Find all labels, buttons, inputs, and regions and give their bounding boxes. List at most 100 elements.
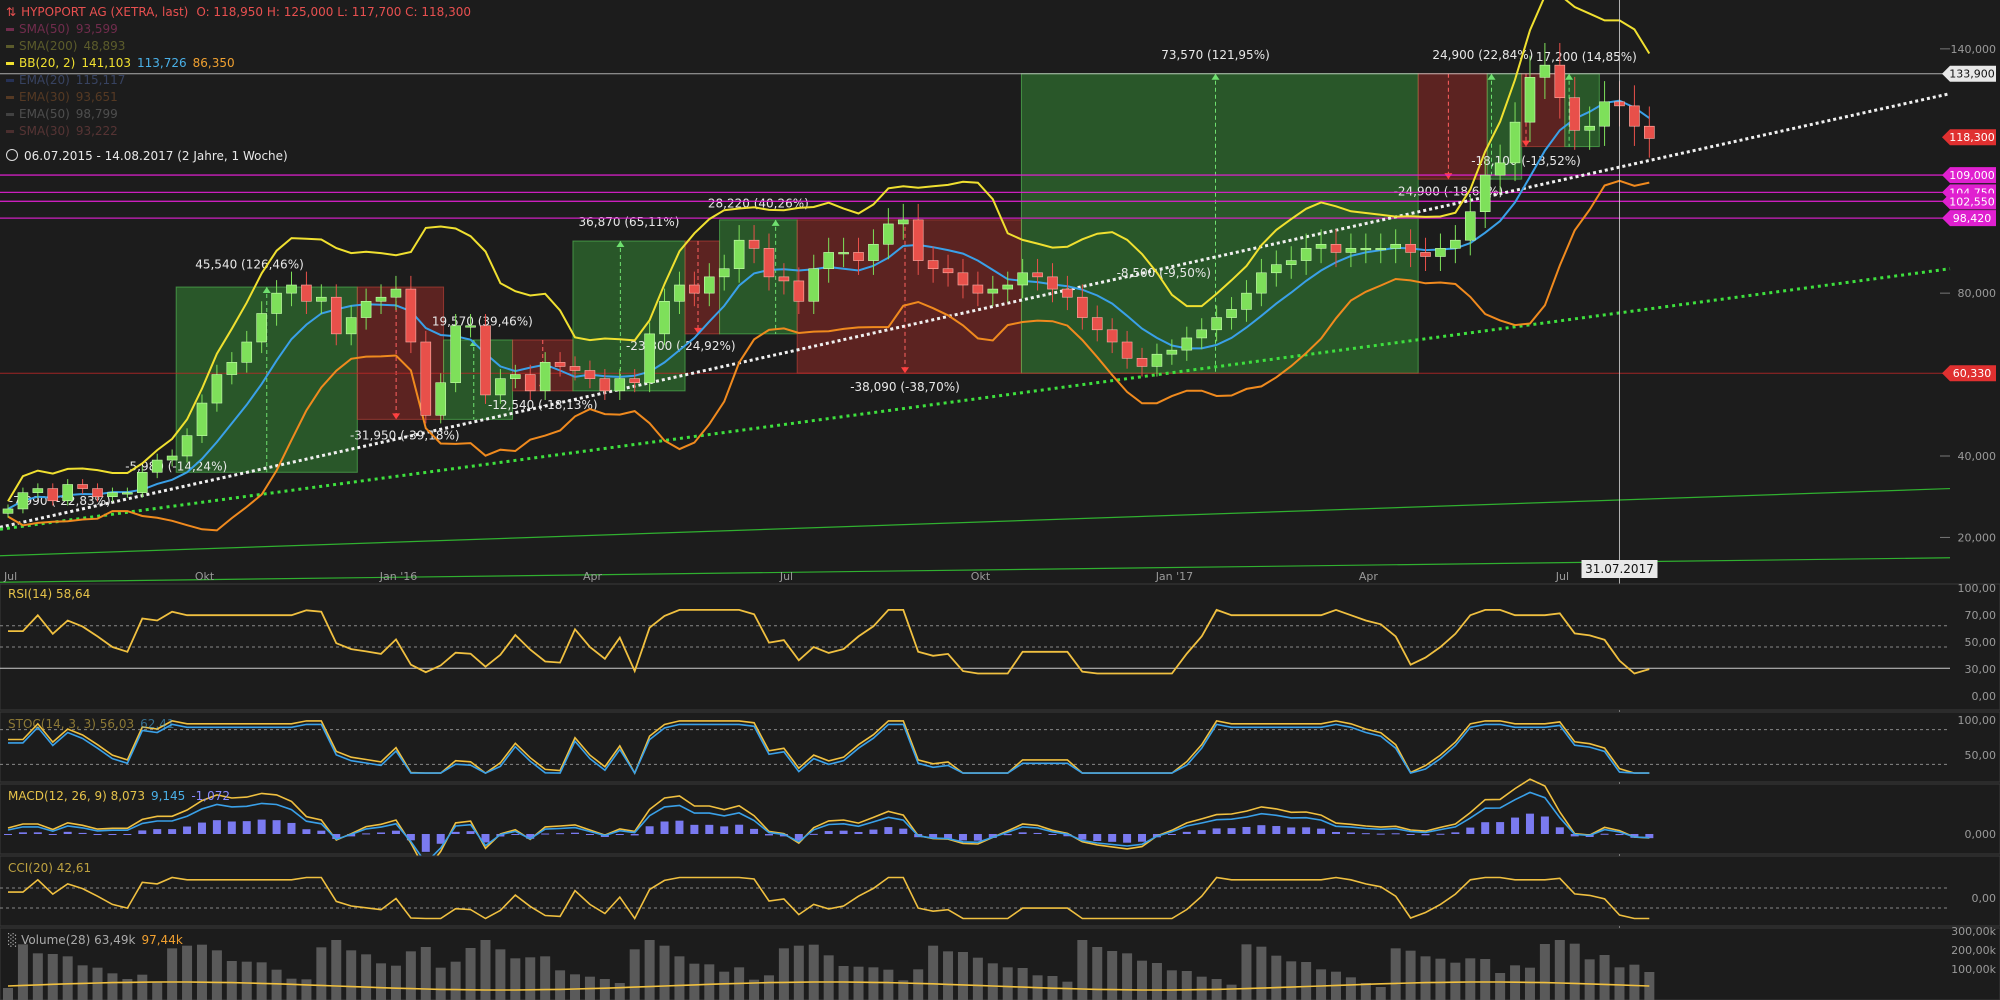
candle-body-56	[838, 252, 849, 255]
macd-hist-37	[556, 833, 565, 835]
legend-ema50[interactable]: EMA(50) 98,799	[6, 106, 471, 123]
candle-body-22	[330, 296, 342, 335]
candle-body-61	[912, 219, 924, 261]
macd-hist-79	[1182, 831, 1191, 834]
volume-bar-92	[1375, 987, 1386, 1000]
volume-bar-99	[1480, 959, 1491, 1000]
candle-body-105	[1569, 97, 1581, 131]
stoch-title[interactable]: STOC(14, 3, 3) 56,03 62,41	[8, 717, 174, 731]
volume-bar-30	[450, 961, 461, 1000]
candle-body-41	[614, 378, 626, 392]
candle-body-18	[271, 292, 282, 314]
candle-body-69	[1032, 272, 1043, 278]
macd-hist-10	[153, 829, 162, 834]
candle-body-78	[1166, 349, 1178, 355]
volume-tick-0: 300,00k	[1951, 925, 1996, 938]
candle-body-15	[226, 362, 238, 375]
candle-body-28	[420, 341, 432, 416]
price-tag-1: 118,300	[1949, 131, 1995, 144]
volume-bar-26	[390, 965, 401, 1000]
candle-body-93	[1390, 243, 1401, 249]
candle-body-40	[599, 378, 611, 392]
legend-sma50[interactable]: SMA(50) 93,599	[6, 21, 471, 38]
volume-bar-0	[3, 988, 13, 1000]
candle-body-2	[32, 488, 44, 493]
macd-hist-65	[973, 834, 982, 841]
macd-hist-2	[33, 832, 42, 834]
candle-body-9	[136, 471, 148, 493]
macd-hist-3	[48, 834, 57, 835]
volume-bar-100	[1495, 973, 1506, 1000]
volume-bar-2	[32, 953, 43, 1000]
volume-bar-56	[838, 966, 849, 1000]
ema50-label: EMA(50)	[19, 107, 70, 121]
ema20-swatch	[6, 79, 14, 82]
annotation-label-10: 24,900 (22,84%)	[1432, 48, 1533, 62]
volume-bar-33	[495, 949, 506, 1000]
candle-body-67	[1002, 284, 1014, 290]
sma30-swatch	[6, 130, 14, 133]
candle-body-77	[1151, 353, 1163, 367]
volume-bar-42	[629, 949, 640, 1000]
candle-body-110	[1644, 125, 1655, 139]
candle-body-98	[1464, 211, 1476, 241]
macd-hist-108	[1615, 834, 1624, 836]
candle-body-85	[1271, 264, 1282, 274]
candle-body-50	[748, 239, 760, 249]
macd-title[interactable]: MACD(12, 26, 9) 8,073 9,145 -1,072	[8, 789, 230, 803]
macd-hist-91	[1361, 833, 1370, 835]
macd-hist-9	[138, 830, 147, 834]
crosshair-date-label: 31.07.2017	[1585, 562, 1654, 576]
volume-title[interactable]: ░ Volume(28) 63,49k 97,44k	[8, 933, 183, 947]
candle-body-101	[1509, 121, 1521, 164]
macd-hist-5	[78, 832, 87, 834]
candle-body-7	[107, 492, 118, 498]
candle-body-72	[1077, 296, 1088, 318]
volume-bar-93	[1390, 948, 1401, 1000]
candle-body-75	[1121, 341, 1133, 359]
ema50-value: 98,799	[75, 107, 118, 121]
y-tick-label-0: 20,000	[1958, 531, 1997, 544]
macd-hist-57	[854, 831, 863, 834]
candle-body-107	[1599, 101, 1610, 127]
legend-sma30[interactable]: SMA(30) 93,222	[6, 123, 471, 140]
ema20-value: 115,117	[75, 73, 126, 87]
legend-ema30[interactable]: EMA(30) 93,651	[6, 89, 471, 106]
candle-body-21	[316, 296, 327, 302]
rsi-tick-1: 70,00	[1965, 609, 1997, 622]
volume-bar-4	[62, 956, 73, 1000]
macd-hist-68	[1018, 832, 1027, 834]
cci-title[interactable]: CCI(20) 42,61	[8, 861, 91, 875]
candle-body-64	[957, 272, 969, 286]
chart-type-icon: ⇅	[6, 5, 17, 19]
rsi-title[interactable]: RSI(14) 58,64	[8, 587, 90, 601]
volume-bar-10	[152, 982, 163, 1000]
candle-body-39	[584, 370, 596, 379]
volume-bar-22	[331, 940, 342, 1000]
candle-body-46	[689, 284, 700, 294]
volume-label: Volume(28)	[21, 933, 91, 947]
volume-bar-9	[137, 974, 148, 1000]
volume-avg-value: 97,44k	[141, 933, 183, 947]
candle-body-23	[345, 317, 357, 335]
volume-bar-96	[1435, 958, 1446, 1000]
candle-body-42	[629, 378, 640, 384]
macd-hist-75	[1123, 834, 1132, 843]
stock-chart[interactable]: 45,540 (126,46%)-31,950 (-39,18%)19,570 …	[0, 0, 2000, 1000]
macd-hist-16	[242, 821, 251, 834]
macd-hist-21	[317, 830, 326, 834]
volume-bar-77	[1151, 963, 1162, 1000]
macd-hist-36	[541, 833, 550, 835]
candle-body-109	[1629, 105, 1640, 127]
price-tag-4: 102,550	[1949, 195, 1995, 208]
volume-bar-17	[256, 962, 267, 1000]
legend-bb[interactable]: BB(20, 2) 141,103 113,726 86,350	[6, 55, 471, 72]
volume-bar-102	[1524, 967, 1535, 1000]
legend-sma200[interactable]: SMA(200) 48,893	[6, 38, 471, 55]
candle-body-82	[1226, 309, 1237, 318]
candle-body-11	[166, 455, 178, 461]
volume-bar-73	[1092, 947, 1103, 1000]
sma50-swatch	[6, 28, 14, 31]
legend-title-row: ⇅ HYPOPORT AG (XETRA, last) O: 118,950 H…	[6, 4, 471, 21]
legend-ema20[interactable]: EMA(20) 115,117	[6, 72, 471, 89]
